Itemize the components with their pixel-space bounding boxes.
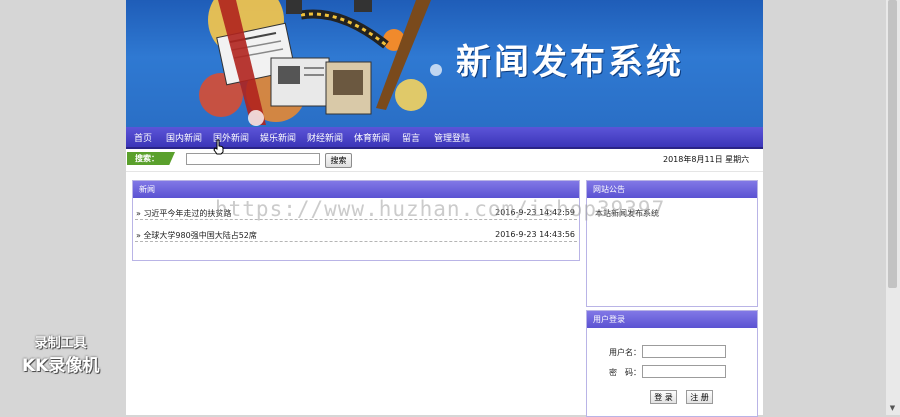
- login-panel-title: 用户登录: [587, 311, 757, 328]
- notice-panel-title: 网站公告: [587, 181, 757, 198]
- register-button[interactable]: 注 册: [686, 390, 713, 404]
- login-button[interactable]: 登 录: [650, 390, 677, 404]
- scroll-down-arrow-icon[interactable]: ▼: [888, 404, 897, 413]
- news-panel-title: 新闻: [133, 181, 579, 198]
- username-input[interactable]: [642, 345, 726, 358]
- nav-item-home[interactable]: 首页: [134, 131, 152, 144]
- username-label: 用户名：: [609, 348, 641, 357]
- current-date: 2018年8月11日 星期六: [663, 155, 750, 164]
- site-title: 新闻发布系统: [456, 43, 685, 83]
- search-input[interactable]: [186, 153, 320, 165]
- news-list-item[interactable]: » 全球大学980强中国大陆占52席 2016-9-23 14:43:56: [135, 227, 577, 242]
- scrollbar-thumb[interactable]: [888, 0, 897, 288]
- search-button[interactable]: 搜索: [325, 153, 352, 168]
- recorder-watermark-line2: KK录像机: [22, 356, 100, 376]
- password-input[interactable]: [642, 365, 726, 378]
- news-item-date: 2016-9-23 14:43:56: [495, 230, 575, 239]
- nav-item-guestbook[interactable]: 留言: [402, 131, 420, 144]
- news-item-title[interactable]: » 全球大学980强中国大陆占52席: [136, 230, 257, 241]
- nav-item-domestic-news[interactable]: 国内新闻: [166, 131, 202, 144]
- hand-cursor-icon: [213, 139, 224, 155]
- url-watermark: https://www.huzhan.com/ishop39397: [215, 197, 666, 221]
- nav-item-admin-login[interactable]: 管理登陆: [434, 131, 470, 144]
- search-label: 搜索：: [127, 152, 175, 165]
- password-label: 密 码：: [609, 368, 641, 377]
- nav-item-sports-news[interactable]: 体育新闻: [354, 131, 390, 144]
- header-banner: 新闻发布系统: [126, 0, 763, 127]
- login-panel: 用户登录 用户名： 密 码： 登 录 注 册: [586, 310, 758, 417]
- nav-item-finance-news[interactable]: 财经新闻: [307, 131, 343, 144]
- recorder-watermark-line1: 录制工具: [34, 336, 87, 351]
- nav-item-entertainment-news[interactable]: 娱乐新闻: [260, 131, 296, 144]
- newspaper-collage-illustration: [199, 0, 442, 126]
- recorder-watermark: 录制工具 KK录像机: [22, 332, 99, 376]
